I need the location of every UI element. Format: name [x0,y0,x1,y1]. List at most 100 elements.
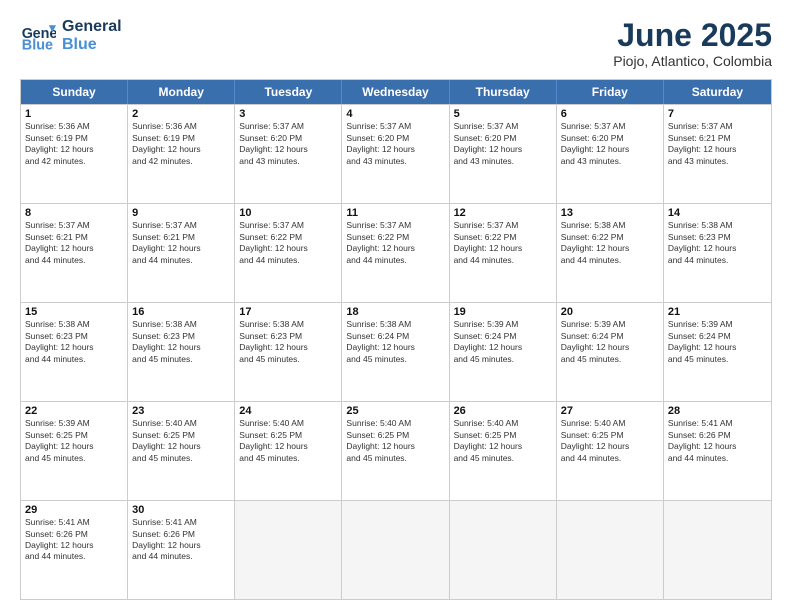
day-number: 29 [25,504,123,516]
day-number: 4 [346,108,444,120]
cell-content: Sunrise: 5:38 AMSunset: 6:24 PMDaylight:… [346,319,415,363]
page: G eneral Blue General Blue June 2025 Pio… [0,0,792,612]
cell-content: Sunrise: 5:39 AMSunset: 6:24 PMDaylight:… [561,319,630,363]
cell-content: Sunrise: 5:39 AMSunset: 6:25 PMDaylight:… [25,418,94,462]
week-row-4: 22 Sunrise: 5:39 AMSunset: 6:25 PMDaylig… [21,401,771,500]
cell-empty-1 [235,501,342,599]
day-number: 23 [132,405,230,417]
subtitle: Piojo, Atlantico, Colombia [613,53,772,69]
cell-content: Sunrise: 5:37 AMSunset: 6:20 PMDaylight:… [346,121,415,165]
cell-content: Sunrise: 5:37 AMSunset: 6:22 PMDaylight:… [239,220,308,264]
cell-content: Sunrise: 5:37 AMSunset: 6:21 PMDaylight:… [25,220,94,264]
cell-content: Sunrise: 5:38 AMSunset: 6:23 PMDaylight:… [239,319,308,363]
header-saturday: Saturday [664,80,771,104]
day-number: 8 [25,207,123,219]
svg-text:Blue: Blue [22,38,53,54]
day-number: 25 [346,405,444,417]
cell-23: 23 Sunrise: 5:40 AMSunset: 6:25 PMDaylig… [128,402,235,500]
cell-4: 4 Sunrise: 5:37 AMSunset: 6:20 PMDayligh… [342,105,449,203]
cell-20: 20 Sunrise: 5:39 AMSunset: 6:24 PMDaylig… [557,303,664,401]
cell-content: Sunrise: 5:37 AMSunset: 6:20 PMDaylight:… [239,121,308,165]
cell-7: 7 Sunrise: 5:37 AMSunset: 6:21 PMDayligh… [664,105,771,203]
cell-18: 18 Sunrise: 5:38 AMSunset: 6:24 PMDaylig… [342,303,449,401]
logo-general: General [62,18,122,36]
cell-5: 5 Sunrise: 5:37 AMSunset: 6:20 PMDayligh… [450,105,557,203]
cell-content: Sunrise: 5:38 AMSunset: 6:23 PMDaylight:… [132,319,201,363]
header-friday: Friday [557,80,664,104]
cell-content: Sunrise: 5:36 AMSunset: 6:19 PMDaylight:… [25,121,94,165]
title-block: June 2025 Piojo, Atlantico, Colombia [613,18,772,69]
day-number: 12 [454,207,552,219]
cell-9: 9 Sunrise: 5:37 AMSunset: 6:21 PMDayligh… [128,204,235,302]
cell-empty-3 [450,501,557,599]
cell-content: Sunrise: 5:39 AMSunset: 6:24 PMDaylight:… [454,319,523,363]
cell-content: Sunrise: 5:37 AMSunset: 6:22 PMDaylight:… [346,220,415,264]
day-number: 20 [561,306,659,318]
cell-content: Sunrise: 5:39 AMSunset: 6:24 PMDaylight:… [668,319,737,363]
cell-content: Sunrise: 5:41 AMSunset: 6:26 PMDaylight:… [668,418,737,462]
cell-content: Sunrise: 5:41 AMSunset: 6:26 PMDaylight:… [25,517,94,561]
cell-content: Sunrise: 5:38 AMSunset: 6:23 PMDaylight:… [25,319,94,363]
calendar-body: 1 Sunrise: 5:36 AMSunset: 6:19 PMDayligh… [21,104,771,599]
header-tuesday: Tuesday [235,80,342,104]
logo-icon: G eneral Blue [20,18,56,54]
day-number: 2 [132,108,230,120]
cell-content: Sunrise: 5:40 AMSunset: 6:25 PMDaylight:… [454,418,523,462]
cell-content: Sunrise: 5:40 AMSunset: 6:25 PMDaylight:… [346,418,415,462]
cell-content: Sunrise: 5:37 AMSunset: 6:20 PMDaylight:… [454,121,523,165]
header-wednesday: Wednesday [342,80,449,104]
day-number: 7 [668,108,767,120]
cell-empty-4 [557,501,664,599]
cell-14: 14 Sunrise: 5:38 AMSunset: 6:23 PMDaylig… [664,204,771,302]
cell-19: 19 Sunrise: 5:39 AMSunset: 6:24 PMDaylig… [450,303,557,401]
day-number: 24 [239,405,337,417]
cell-25: 25 Sunrise: 5:40 AMSunset: 6:25 PMDaylig… [342,402,449,500]
logo: G eneral Blue General Blue [20,18,122,54]
cell-26: 26 Sunrise: 5:40 AMSunset: 6:25 PMDaylig… [450,402,557,500]
day-number: 13 [561,207,659,219]
cell-empty-2 [342,501,449,599]
day-number: 5 [454,108,552,120]
header-sunday: Sunday [21,80,128,104]
day-number: 14 [668,207,767,219]
day-number: 19 [454,306,552,318]
cell-29: 29 Sunrise: 5:41 AMSunset: 6:26 PMDaylig… [21,501,128,599]
cell-24: 24 Sunrise: 5:40 AMSunset: 6:25 PMDaylig… [235,402,342,500]
header: G eneral Blue General Blue June 2025 Pio… [20,18,772,69]
day-number: 27 [561,405,659,417]
header-thursday: Thursday [450,80,557,104]
main-title: June 2025 [613,18,772,53]
cell-content: Sunrise: 5:37 AMSunset: 6:21 PMDaylight:… [668,121,737,165]
cell-21: 21 Sunrise: 5:39 AMSunset: 6:24 PMDaylig… [664,303,771,401]
cell-1: 1 Sunrise: 5:36 AMSunset: 6:19 PMDayligh… [21,105,128,203]
cell-empty-5 [664,501,771,599]
cell-content: Sunrise: 5:41 AMSunset: 6:26 PMDaylight:… [132,517,201,561]
day-number: 11 [346,207,444,219]
week-row-5: 29 Sunrise: 5:41 AMSunset: 6:26 PMDaylig… [21,500,771,599]
week-row-2: 8 Sunrise: 5:37 AMSunset: 6:21 PMDayligh… [21,203,771,302]
day-number: 30 [132,504,230,516]
day-number: 9 [132,207,230,219]
header-monday: Monday [128,80,235,104]
cell-content: Sunrise: 5:37 AMSunset: 6:21 PMDaylight:… [132,220,201,264]
cell-17: 17 Sunrise: 5:38 AMSunset: 6:23 PMDaylig… [235,303,342,401]
cell-3: 3 Sunrise: 5:37 AMSunset: 6:20 PMDayligh… [235,105,342,203]
cell-30: 30 Sunrise: 5:41 AMSunset: 6:26 PMDaylig… [128,501,235,599]
cell-content: Sunrise: 5:40 AMSunset: 6:25 PMDaylight:… [239,418,308,462]
cell-2: 2 Sunrise: 5:36 AMSunset: 6:19 PMDayligh… [128,105,235,203]
cell-content: Sunrise: 5:38 AMSunset: 6:22 PMDaylight:… [561,220,630,264]
day-number: 16 [132,306,230,318]
day-number: 6 [561,108,659,120]
cell-content: Sunrise: 5:40 AMSunset: 6:25 PMDaylight:… [132,418,201,462]
day-number: 21 [668,306,767,318]
day-number: 26 [454,405,552,417]
cell-13: 13 Sunrise: 5:38 AMSunset: 6:22 PMDaylig… [557,204,664,302]
day-number: 17 [239,306,337,318]
cell-8: 8 Sunrise: 5:37 AMSunset: 6:21 PMDayligh… [21,204,128,302]
day-number: 3 [239,108,337,120]
cell-content: Sunrise: 5:36 AMSunset: 6:19 PMDaylight:… [132,121,201,165]
week-row-3: 15 Sunrise: 5:38 AMSunset: 6:23 PMDaylig… [21,302,771,401]
cell-27: 27 Sunrise: 5:40 AMSunset: 6:25 PMDaylig… [557,402,664,500]
cell-6: 6 Sunrise: 5:37 AMSunset: 6:20 PMDayligh… [557,105,664,203]
calendar: Sunday Monday Tuesday Wednesday Thursday… [20,79,772,600]
